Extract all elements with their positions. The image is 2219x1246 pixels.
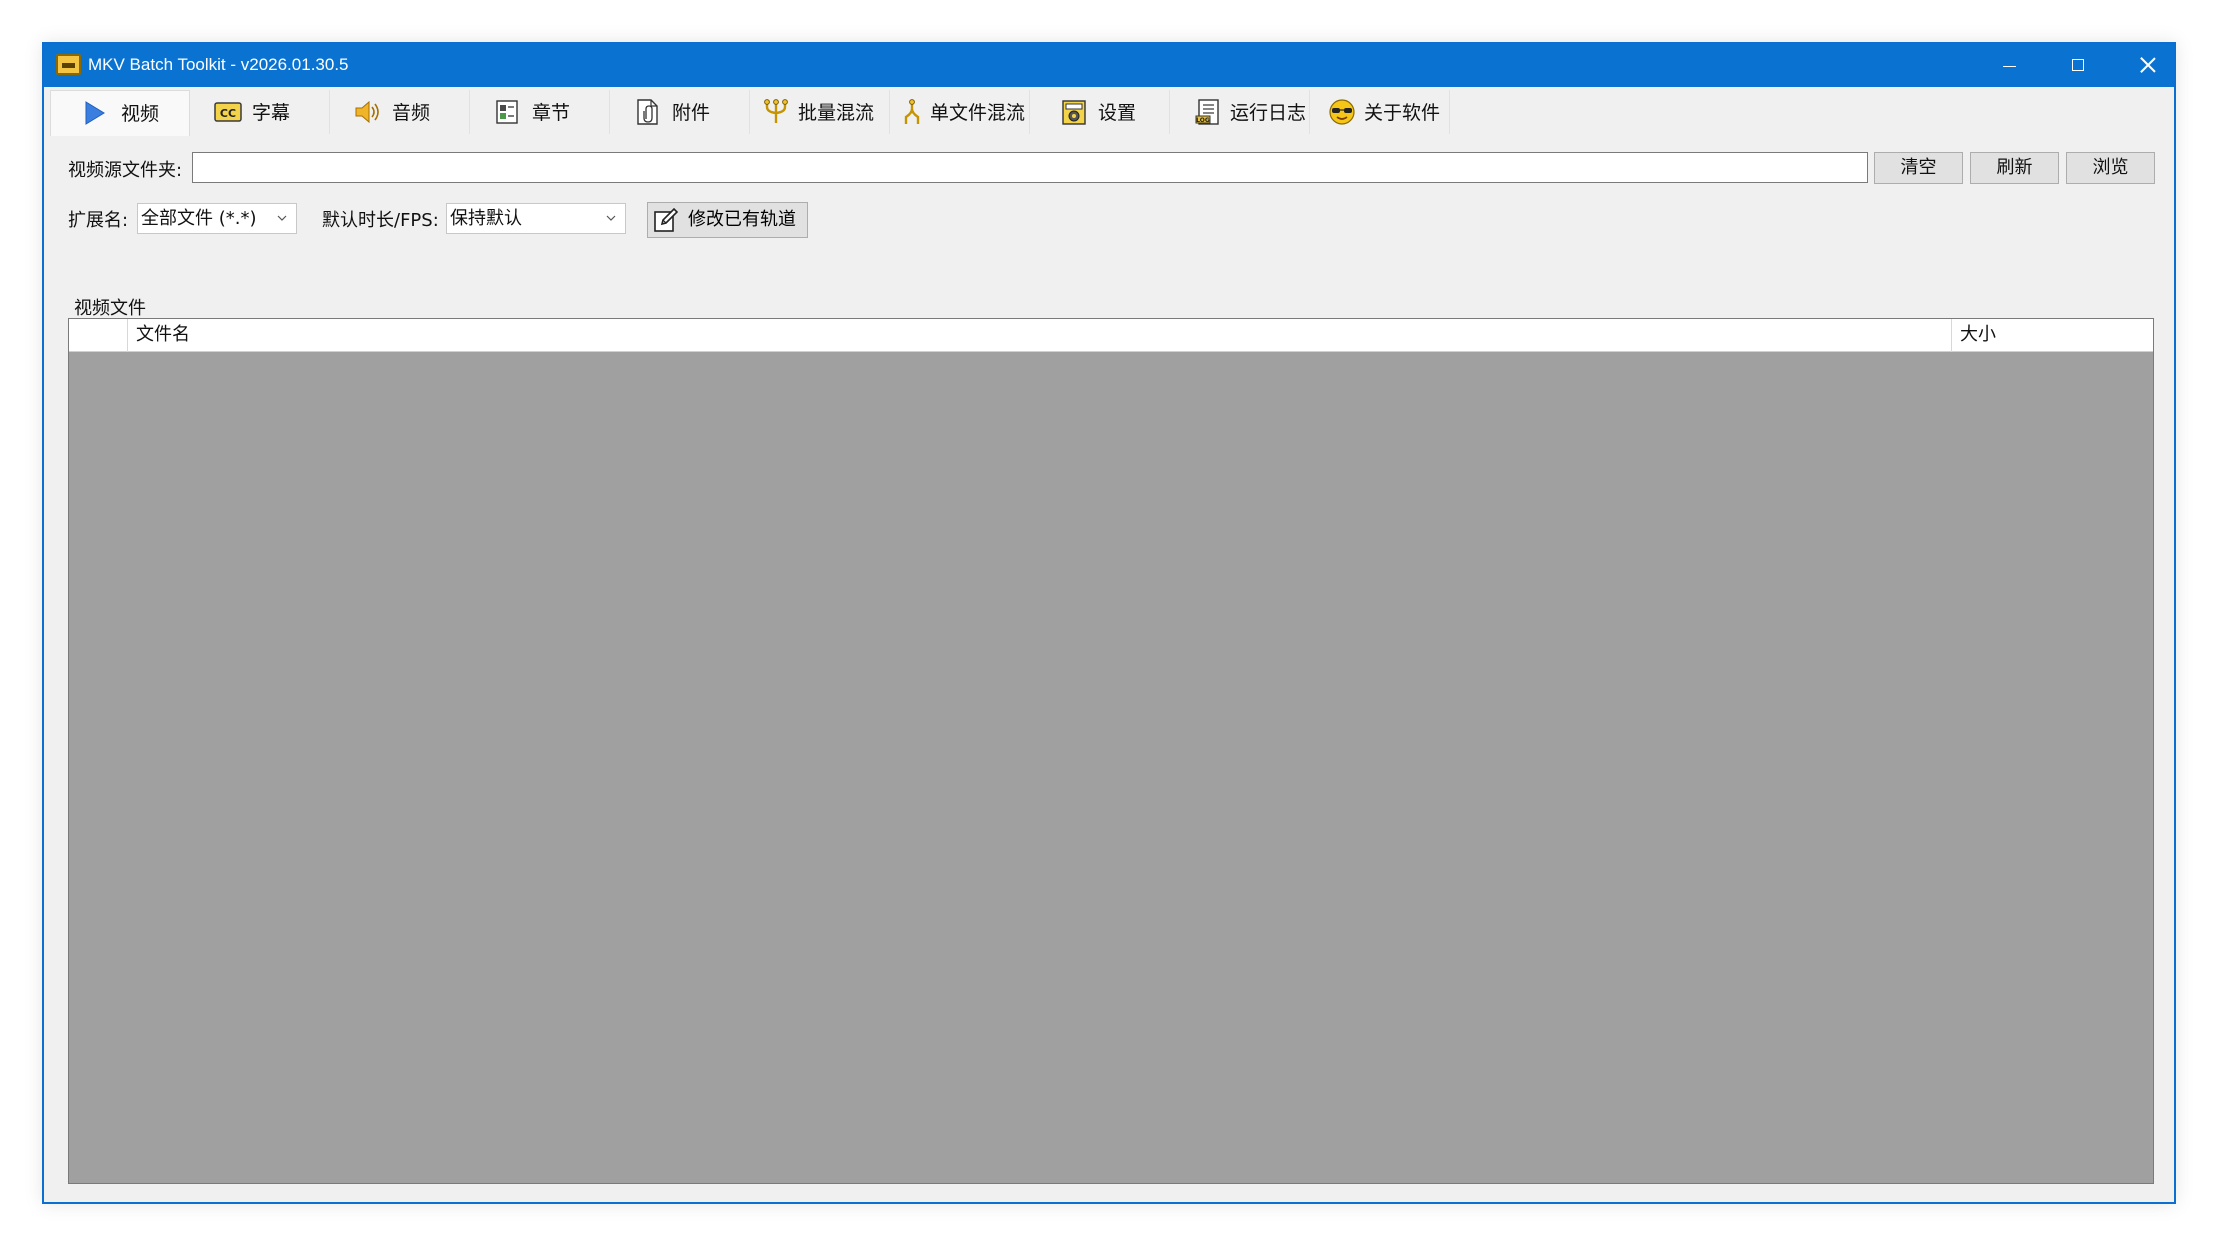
column-header-checkbox[interactable]: [69, 319, 128, 352]
tab-audio[interactable]: 音频: [330, 90, 470, 134]
window-title: MKV Batch Toolkit - v2026.01.30.5: [88, 55, 349, 74]
tab-bar: 视频 CC 字幕 音频 章节 附件 批量混流 单文件混流 设置 LOG 运行日志…: [50, 90, 2170, 136]
cc-icon: CC: [214, 102, 242, 122]
single-mux-icon: [904, 99, 920, 124]
tab-about[interactable]: 关于软件: [1310, 90, 1450, 134]
tab-label: 关于软件: [1364, 102, 1441, 124]
tab-batch-mux[interactable]: 批量混流: [750, 90, 890, 134]
refresh-button[interactable]: 刷新: [1970, 152, 2059, 184]
edit-icon: [654, 207, 679, 232]
tab-label: 单文件混流: [930, 102, 1026, 124]
svg-text:CC: CC: [220, 107, 236, 120]
close-button[interactable]: [2112, 44, 2181, 87]
tab-subtitles[interactable]: CC 字幕: [190, 90, 330, 134]
tab-video[interactable]: 视频: [50, 90, 190, 136]
main-window: MKV Batch Toolkit - v2026.01.30.5 视频 CC …: [42, 42, 2176, 1204]
edit-tracks-label: 修改已有轨道: [688, 209, 796, 230]
close-icon: [2139, 56, 2157, 74]
tab-label: 设置: [1098, 102, 1137, 124]
browse-button[interactable]: 浏览: [2066, 152, 2155, 184]
mkv-app-icon: [56, 54, 81, 75]
column-header-size[interactable]: 大小: [1952, 319, 2153, 352]
batch-mux-icon: [764, 99, 788, 123]
tab-log[interactable]: LOG 运行日志: [1170, 90, 1310, 134]
log-icon: LOG: [1195, 99, 1219, 125]
extension-select[interactable]: 全部文件 (*.*): [137, 203, 297, 234]
tab-settings[interactable]: 设置: [1030, 90, 1170, 134]
tab-label: 音频: [392, 102, 431, 124]
tab-label: 视频: [121, 103, 160, 125]
extension-select-value: 全部文件 (*.*): [141, 208, 257, 229]
title-bar[interactable]: MKV Batch Toolkit - v2026.01.30.5: [44, 44, 2174, 87]
play-icon: [85, 101, 105, 125]
attachment-icon: [637, 99, 658, 125]
duration-fps-label: 默认时长/FPS:: [322, 210, 439, 231]
list-header: 文件名 大小: [69, 319, 2153, 352]
about-icon: [1329, 99, 1355, 125]
chapters-icon: [496, 100, 518, 124]
settings-icon: [1062, 100, 1086, 125]
tab-chapters[interactable]: 章节: [470, 90, 610, 134]
column-header-filename[interactable]: 文件名: [128, 319, 1952, 352]
maximize-button[interactable]: [2043, 44, 2112, 87]
video-files-group-label: 视频文件: [74, 298, 146, 319]
tab-label: 运行日志: [1230, 102, 1307, 124]
extension-label: 扩展名:: [68, 210, 129, 231]
tab-single-mux[interactable]: 单文件混流: [890, 90, 1030, 134]
video-tab-panel: 视频源文件夹: 清空 刷新 浏览 扩展名: 全部文件 (*.*) 默认时长/FP…: [50, 136, 2170, 1200]
chevron-down-icon: [606, 215, 616, 221]
minimize-button[interactable]: [1974, 44, 2043, 87]
svg-text:LOG: LOG: [1196, 117, 1210, 124]
tab-label: 字幕: [252, 102, 291, 124]
maximize-icon: [2072, 59, 2084, 71]
source-folder-input[interactable]: [192, 152, 1868, 183]
speaker-icon: [355, 100, 379, 124]
tab-label: 章节: [532, 102, 571, 124]
tab-attachments[interactable]: 附件: [610, 90, 750, 134]
tab-label: 附件: [672, 102, 711, 124]
tab-label: 批量混流: [798, 102, 875, 124]
source-folder-label: 视频源文件夹:: [68, 160, 183, 181]
chevron-down-icon: [277, 215, 287, 221]
duration-fps-select-value: 保持默认: [450, 208, 522, 229]
duration-fps-select[interactable]: 保持默认: [446, 203, 626, 234]
clear-button[interactable]: 清空: [1874, 152, 1963, 184]
video-file-list[interactable]: 文件名 大小: [68, 318, 2154, 1184]
minimize-icon: [2003, 66, 2016, 67]
edit-tracks-button[interactable]: 修改已有轨道: [647, 202, 808, 238]
